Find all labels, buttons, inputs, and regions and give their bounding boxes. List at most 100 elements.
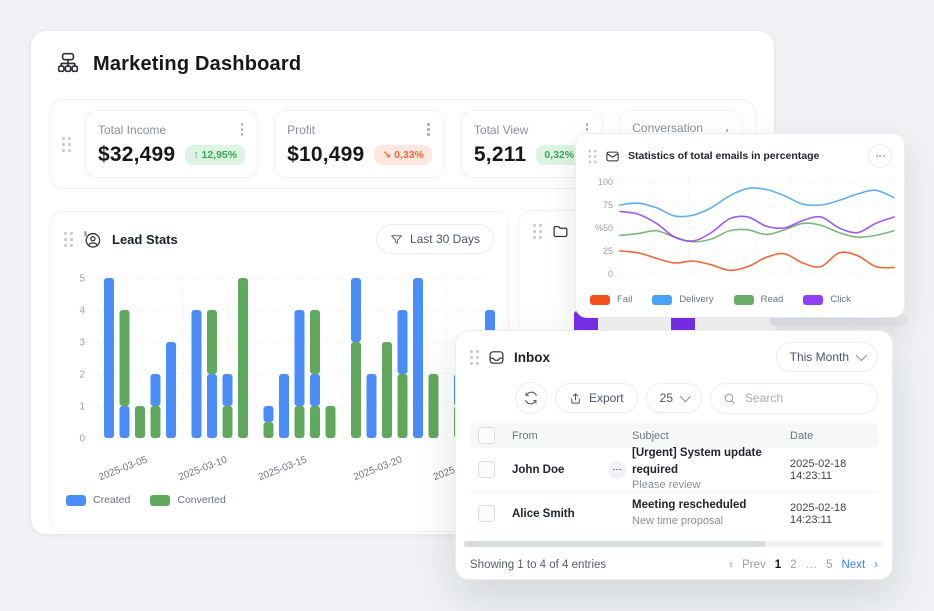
inbox-table: FromSubjectDateJohn Doe[Urgent] System u…	[470, 423, 878, 535]
row-checkbox[interactable]	[478, 461, 495, 478]
stat-value: $32,499	[98, 143, 175, 167]
legend-swatch	[803, 295, 823, 305]
bar-segment	[295, 310, 305, 406]
bar-segment	[166, 342, 176, 438]
kebab-menu-icon[interactable]	[239, 121, 246, 138]
legend-label: Read	[761, 294, 784, 305]
stat-label: Total Income	[98, 123, 166, 137]
from-cell: John Doe	[512, 461, 632, 479]
bar-segment	[382, 342, 392, 438]
table-row[interactable]: Alice SmithMeeting rescheduledNew time p…	[470, 492, 878, 535]
scrollbar-thumb[interactable]	[464, 541, 766, 547]
inbox-title: Inbox	[514, 350, 767, 365]
bar-segment	[398, 374, 408, 438]
legend-label: Fail	[617, 294, 632, 305]
page-title: Marketing Dashboard	[93, 53, 301, 76]
subject-preview: Please review	[632, 478, 790, 494]
drag-handle-icon[interactable]	[533, 224, 542, 239]
svg-text:0: 0	[608, 269, 613, 279]
page-size-select[interactable]: 25	[646, 383, 702, 413]
bar-segment	[279, 374, 289, 438]
inbox-icon	[488, 349, 505, 366]
ellipsis-menu-button[interactable]	[868, 144, 892, 168]
bar-segment	[151, 374, 161, 406]
row-select-cell	[470, 505, 512, 522]
lead-stats-legend: Created Converted	[50, 490, 508, 510]
stat-label: Total View	[474, 123, 528, 137]
lead-stats-chart: 0123452025-03-052025-03-102025-03-152025…	[64, 268, 496, 490]
inbox-footer: Showing 1 to 4 of 4 entries ‹Prev12…5Nex…	[456, 547, 892, 571]
lead-stats-header: $ Lead Stats Last 30 Days	[50, 212, 508, 266]
stat-value-row: $10,499↘ 0,33%	[287, 143, 432, 167]
period-select-button[interactable]: This Month	[776, 342, 878, 372]
refresh-button[interactable]	[515, 382, 547, 414]
stat-card: Profit$10,499↘ 0,33%	[274, 110, 445, 178]
subject-text: [Urgent] System update required	[632, 445, 790, 478]
bar-segment	[264, 422, 274, 438]
kebab-menu-icon[interactable]	[425, 121, 432, 138]
bar-segment	[223, 374, 233, 406]
chevron-down-icon	[856, 350, 867, 361]
bar-segment	[207, 374, 217, 438]
page-size-value: 25	[660, 391, 673, 405]
search-input[interactable]	[743, 390, 865, 406]
lead-stats-title: Lead Stats	[112, 232, 178, 247]
select-all-checkbox[interactable]	[478, 427, 495, 444]
lead-filter-label: Last 30 Days	[410, 232, 480, 246]
legend-item: Delivery	[652, 294, 713, 305]
bar-segment	[151, 406, 161, 438]
column-header: From	[512, 430, 632, 442]
next-button[interactable]: Next	[842, 559, 866, 571]
export-button[interactable]: Export	[555, 383, 638, 413]
x-axis-label: 2025-03-15	[257, 454, 309, 483]
next-arrow[interactable]: ›	[874, 559, 878, 571]
svg-text:0: 0	[79, 434, 85, 445]
svg-text:4: 4	[79, 306, 85, 317]
bar-segment	[398, 310, 408, 374]
column-header: Date	[790, 430, 878, 442]
svg-text:5: 5	[79, 274, 85, 285]
prev-arrow[interactable]: ‹	[729, 559, 733, 571]
date-cell: 2025-02-18 14:23:11	[790, 502, 878, 526]
row-checkbox[interactable]	[478, 505, 495, 522]
bar-segment	[238, 278, 248, 438]
pagination: ‹ Prev 12 … 5 Next ›	[729, 559, 878, 571]
legend-item: Fail	[590, 294, 632, 305]
drag-handle-icon[interactable]	[470, 350, 479, 365]
prev-button[interactable]: Prev	[742, 559, 766, 571]
sender-name: Alice Smith	[512, 508, 575, 520]
email-stats-legend: FailDeliveryReadClick	[576, 292, 904, 307]
drag-handle-icon[interactable]	[64, 232, 73, 247]
email-stats-header: Statistics of total emails in percentage	[576, 134, 904, 170]
bar-segment	[120, 310, 130, 406]
page-ellipsis: …	[806, 559, 818, 571]
inbox-card: Inbox This Month Export	[455, 330, 893, 580]
email-stats-title: Statistics of total emails in percentage	[628, 150, 860, 162]
sitemap-icon	[55, 51, 81, 77]
bar-segment	[135, 406, 145, 438]
refresh-icon	[524, 391, 538, 405]
from-cell: Alice Smith	[512, 508, 632, 520]
legend-item: Read	[734, 294, 784, 305]
bar-segment	[192, 310, 202, 438]
x-axis-label: 2025-03-20	[352, 454, 404, 483]
page-number[interactable]: 5	[826, 559, 832, 571]
svg-text:50: 50	[603, 223, 613, 233]
legend-label: Converted	[177, 494, 225, 506]
drag-handle-icon[interactable]	[588, 149, 596, 163]
subject-cell: [Urgent] System update requiredPlease re…	[632, 445, 790, 494]
page-number[interactable]: 2	[790, 559, 796, 571]
upload-icon	[569, 392, 582, 405]
row-menu-button[interactable]	[608, 461, 626, 479]
table-row[interactable]: John Doe[Urgent] System update requiredP…	[470, 448, 878, 492]
page-number[interactable]: 1	[775, 559, 781, 571]
email-stats-chart: 0255075100%	[588, 172, 900, 292]
svg-text:2: 2	[79, 370, 85, 381]
bar-segment	[104, 278, 114, 438]
drag-handle-icon[interactable]	[62, 137, 71, 152]
legend-label: Created	[93, 494, 130, 506]
stat-value: $10,499	[287, 143, 364, 167]
y-axis-unit: %	[595, 223, 603, 233]
lead-filter-button[interactable]: Last 30 Days	[376, 224, 494, 254]
legend-swatch	[734, 295, 754, 305]
